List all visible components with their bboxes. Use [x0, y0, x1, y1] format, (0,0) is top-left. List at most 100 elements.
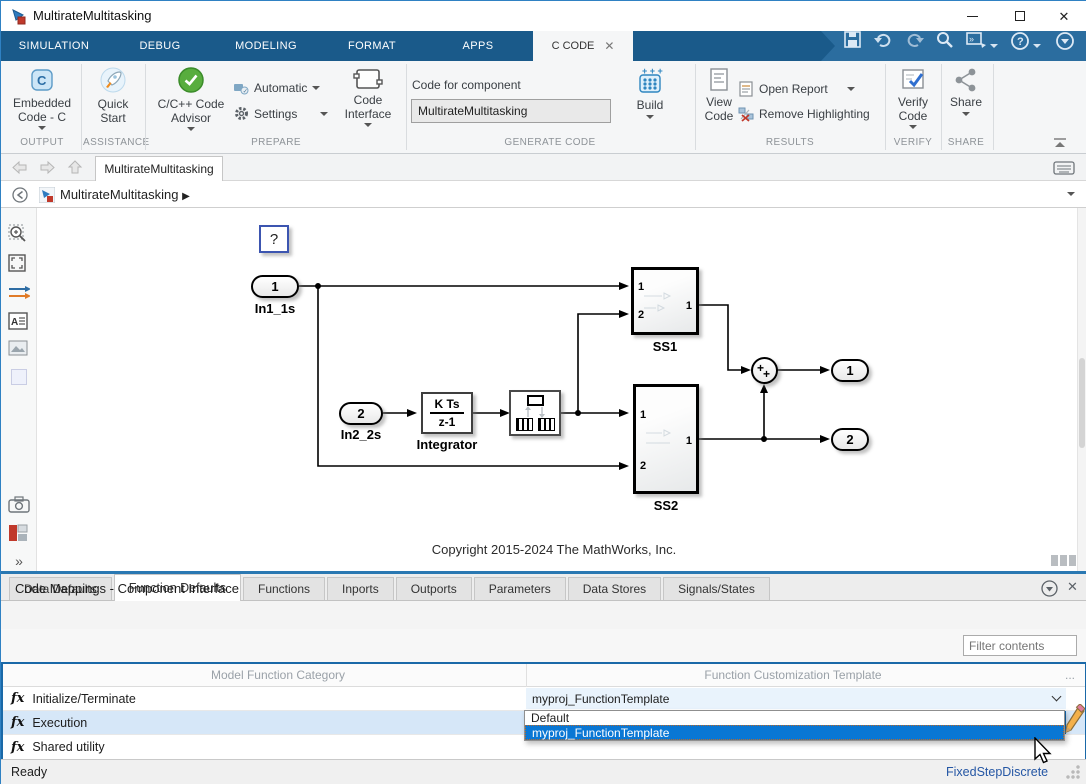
inport-1-label: In1_1s	[235, 301, 315, 316]
subsystem-ss2-block[interactable]: 1 2 1	[633, 384, 699, 494]
tab-c-code-active[interactable]: C CODE ✕	[533, 31, 633, 61]
build-button[interactable]: + + + Build	[627, 67, 673, 119]
toolstrip-options-icon[interactable]	[1055, 31, 1075, 61]
tab-parameters[interactable]: Parameters	[474, 577, 566, 600]
page-layout-icon[interactable]	[1051, 555, 1076, 566]
dropdown-option-myproj-selected[interactable]: myproj_FunctionTemplate	[525, 725, 1064, 740]
automatic-label: Automatic	[254, 81, 307, 95]
quick-start-button[interactable]: Quick Start	[85, 67, 141, 125]
verify-code-button[interactable]: Verify Code	[887, 67, 939, 129]
integrator-block[interactable]: K Ts z-1	[421, 392, 473, 434]
row-category: Shared utility	[32, 740, 104, 754]
collapse-ribbon-icon[interactable]	[1051, 137, 1069, 149]
filter-contents-input[interactable]	[963, 635, 1077, 656]
rate-transition-arrows-icon	[521, 406, 551, 418]
layouts-dropdown-icon[interactable]	[990, 44, 998, 48]
view-code-button[interactable]: View Code	[701, 67, 737, 123]
close-button[interactable]: ✕	[1041, 1, 1086, 31]
svg-text:?: ?	[1017, 36, 1024, 48]
tab-data-stores[interactable]: Data Stores	[568, 577, 661, 600]
up-to-parent-icon[interactable]	[67, 159, 83, 175]
tab-format[interactable]: FORMAT	[319, 31, 425, 61]
open-report-label: Open Report	[759, 82, 828, 96]
forward-icon[interactable]	[39, 160, 56, 175]
help-icon[interactable]: ?	[1010, 31, 1030, 61]
breadcrumb[interactable]: MultirateMultitasking ▶	[60, 187, 190, 202]
section-generate-code: GENERATE CODE	[408, 137, 692, 148]
solver-link[interactable]: FixedStepDiscrete	[946, 765, 1048, 779]
ribbon-tab-strip: SIMULATION DEBUG MODELING FORMAT APPS »	[1, 31, 1086, 61]
remove-highlighting-button[interactable]: Remove Highlighting	[738, 106, 870, 122]
inport-2-block[interactable]: 2	[339, 402, 383, 425]
canvas-scrollbar-thumb[interactable]	[1079, 358, 1085, 448]
help-dropdown-icon[interactable]	[1033, 44, 1041, 48]
automatic-button[interactable]: ✓ Automatic	[233, 81, 320, 95]
code-interface-button[interactable]: Code Interface	[333, 67, 403, 127]
settings-button[interactable]: Settings	[234, 106, 328, 121]
share-button[interactable]: Share	[943, 67, 989, 116]
integrator-numerator: K Ts	[434, 397, 459, 411]
tab-outports[interactable]: Outports	[396, 577, 472, 600]
hide-explorer-icon[interactable]	[12, 187, 28, 203]
title-bar: MultirateMultitasking ✕	[1, 1, 1086, 31]
undo-icon[interactable]	[873, 31, 895, 61]
sum-block[interactable]: + +	[751, 357, 778, 384]
open-report-button[interactable]: Open Report	[738, 81, 855, 97]
subsystem-ss1-block[interactable]: 1 2 1	[631, 267, 699, 335]
breadcrumb-model-name[interactable]: MultirateMultitasking	[60, 187, 179, 202]
resize-grip[interactable]	[1065, 764, 1081, 780]
dropdown-option-default[interactable]: Default	[525, 711, 1064, 725]
quick-start-label: Quick Start	[85, 97, 141, 125]
search-icon[interactable]	[935, 31, 955, 61]
open-report-icon	[738, 81, 754, 97]
outport-2-block[interactable]: 2	[831, 428, 869, 451]
model-canvas[interactable]: A »	[1, 208, 1086, 571]
embedded-code-button[interactable]: C Embedded Code - C	[7, 67, 77, 130]
panel-collapse-icon[interactable]	[1041, 580, 1058, 597]
tab-functions[interactable]: Functions	[243, 577, 325, 600]
outport-1-number: 1	[846, 363, 853, 378]
minimize-button[interactable]	[949, 1, 995, 31]
table-row-initialize-terminate[interactable]: fx Initialize/Terminate myproj_FunctionT…	[3, 687, 1085, 711]
redo-icon[interactable]	[903, 31, 925, 61]
back-icon[interactable]	[11, 160, 28, 175]
keyboard-icon[interactable]	[1053, 161, 1075, 175]
open-report-dropdown-icon	[847, 87, 855, 91]
inport-1-block[interactable]: 1	[251, 275, 299, 298]
tab-signals-states[interactable]: Signals/States	[663, 577, 770, 600]
tab-simulation[interactable]: SIMULATION	[1, 31, 107, 61]
quick-start-icon	[100, 67, 127, 94]
layouts-icon[interactable]: »	[965, 31, 987, 61]
remove-highlighting-label: Remove Highlighting	[759, 107, 870, 121]
inport-2-number: 2	[357, 406, 364, 421]
embedded-code-icon: C	[29, 67, 55, 93]
inport-1-number: 1	[271, 279, 278, 294]
model-badge-icon	[39, 187, 55, 203]
section-results: RESULTS	[697, 137, 883, 148]
component-input[interactable]	[411, 99, 611, 123]
embedded-code-dropdown-icon	[38, 126, 46, 130]
document-tab[interactable]: MultirateMultitasking	[95, 156, 223, 181]
remove-highlighting-icon	[738, 106, 754, 122]
breadcrumb-dropdown-icon[interactable]	[1067, 192, 1075, 196]
tab-close-icon[interactable]: ✕	[604, 39, 614, 53]
save-icon[interactable]	[843, 31, 863, 61]
edit-pencil-icon[interactable]	[1063, 704, 1085, 740]
help-block[interactable]: ?	[259, 225, 289, 253]
rate-transition-block[interactable]	[509, 390, 561, 436]
template-dropdown-initialize[interactable]: myproj_FunctionTemplate	[526, 688, 1066, 709]
code-advisor-button[interactable]: C/C++ Code Advisor	[151, 67, 231, 131]
settings-gear-icon	[234, 106, 249, 121]
panel-close-icon[interactable]: ✕	[1067, 579, 1078, 595]
settings-dropdown-icon	[320, 112, 328, 116]
more-columns-icon[interactable]: ...	[1065, 668, 1075, 682]
ribbon: C Embedded Code - C OUTPUT Quick Start A…	[1, 61, 1086, 154]
ribbon-divider	[695, 64, 696, 150]
tab-debug[interactable]: DEBUG	[107, 31, 213, 61]
integrator-label: Integrator	[407, 437, 487, 452]
tab-apps[interactable]: APPS	[425, 31, 531, 61]
maximize-button[interactable]	[997, 1, 1043, 31]
tab-modeling[interactable]: MODELING	[213, 31, 319, 61]
outport-1-block[interactable]: 1	[831, 359, 869, 382]
tab-inports[interactable]: Inports	[327, 577, 394, 600]
